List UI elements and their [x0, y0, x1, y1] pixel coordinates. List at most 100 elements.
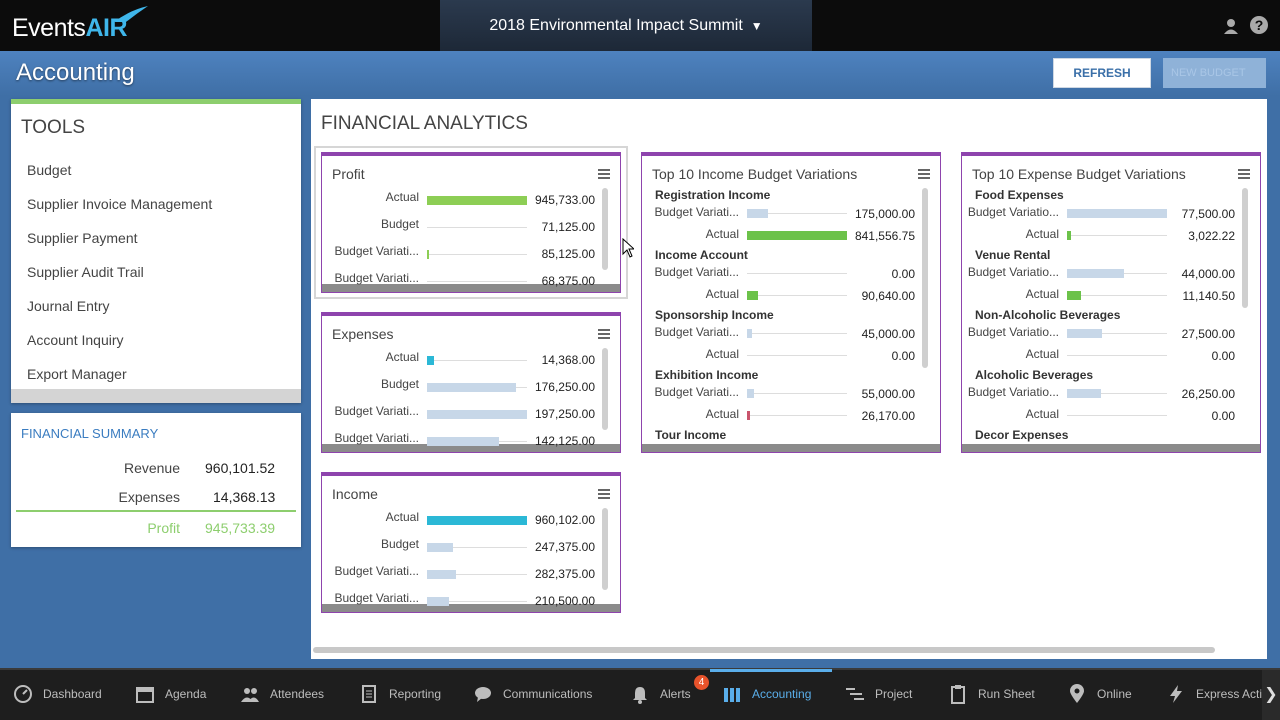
variation-label: Budget Variati... [654, 385, 740, 399]
row-label: Budget Variati... [334, 271, 420, 285]
new-budget-button[interactable]: NEW BUDGET [1163, 58, 1266, 88]
variation-label: Budget Variati... [654, 265, 740, 279]
hamburger-menu-icon[interactable] [918, 169, 930, 179]
nav-item-reporting[interactable]: Reporting [359, 668, 441, 720]
bar-track [747, 333, 847, 334]
expenses-card[interactable]: Expenses Actual 14,368.00 Budget 176,250.00… [321, 312, 621, 453]
income-card[interactable]: Income Actual 960,102.00 Budget 247,375.00 B… [321, 472, 621, 613]
bar-track [747, 355, 847, 356]
nav-label: Online [1097, 687, 1132, 701]
nav-item-express-acti[interactable]: Express Acti... [1166, 668, 1272, 720]
tool-export-manager[interactable]: Export Manager [27, 366, 127, 382]
row-value: 960,102.00 [534, 513, 595, 527]
bar [427, 570, 456, 579]
summary-title: FINANCIAL SUMMARY [21, 426, 159, 441]
variation-value: 55,000.00 [861, 387, 915, 401]
actual-label: Actual [705, 287, 739, 301]
row-value: 210,500.00 [534, 594, 595, 608]
bar [427, 250, 429, 259]
vertical-scrollbar[interactable] [1242, 188, 1248, 308]
nav-item-alerts[interactable]: Alerts [630, 668, 691, 720]
bar-track [1067, 415, 1167, 416]
actual-value: 0.00 [1211, 349, 1235, 363]
tool-journal-entry[interactable]: Journal Entry [27, 298, 109, 314]
bar-track [1067, 235, 1167, 236]
variation-value: 77,500.00 [1181, 207, 1235, 221]
bar-track [1067, 295, 1167, 296]
actual-value: 26,170.00 [861, 409, 915, 423]
nav-label: Reporting [389, 687, 442, 701]
tools-panel: TOOLS Budget Supplier Invoice Management… [11, 99, 301, 403]
bar-track [427, 360, 527, 361]
tool-account-inquiry[interactable]: Account Inquiry [27, 332, 124, 348]
event-name: 2018 Environmental Impact Summit [489, 16, 743, 34]
variation-label: Budget Variatio... [967, 265, 1059, 279]
actual-bar [1067, 231, 1071, 240]
row-value: 945,733.00 [534, 193, 595, 207]
row-value: 71,125.00 [541, 220, 595, 234]
hamburger-menu-icon[interactable] [598, 489, 610, 499]
nav-item-project[interactable]: Project [845, 668, 912, 720]
row-label: Budget [380, 537, 419, 551]
variation-bar [1067, 329, 1102, 338]
actual-label: Actual [705, 227, 739, 241]
bar [427, 410, 527, 419]
row-label: Actual [385, 510, 419, 524]
chevron-right-icon[interactable]: ❯ [1262, 670, 1280, 720]
nav-item-run-sheet[interactable]: Run Sheet [948, 668, 1035, 720]
nav-label: Alerts [660, 687, 691, 701]
row-value: 282,375.00 [534, 567, 595, 581]
nav-item-attendees[interactable]: Attendees [240, 668, 324, 720]
hamburger-menu-icon[interactable] [1238, 169, 1250, 179]
row-value: 247,375.00 [534, 540, 595, 554]
row-label: Budget Variati... [334, 564, 420, 578]
tool-supplier-audit-trail[interactable]: Supplier Audit Trail [27, 264, 144, 280]
vertical-scrollbar[interactable] [602, 348, 608, 430]
user-icon[interactable] [1222, 17, 1240, 35]
row-value: 14,368.00 [541, 353, 595, 367]
bar-track [427, 281, 527, 282]
horizontal-scrollbar[interactable] [313, 647, 1215, 653]
chat-icon [475, 687, 491, 702]
hamburger-menu-icon[interactable] [598, 329, 610, 339]
event-selector-dropdown[interactable]: 2018 Environmental Impact Summit ▼ [440, 0, 812, 51]
income-variations-card[interactable]: Top 10 Income Budget Variations Registra… [641, 152, 941, 453]
expenses-value: 14,368.13 [213, 489, 276, 505]
tool-supplier-payment[interactable]: Supplier Payment [27, 230, 138, 246]
row-label: Budget Variati... [334, 431, 420, 445]
nav-item-online[interactable]: Online [1067, 668, 1132, 720]
bar-track [747, 415, 847, 416]
card-title: Profit [332, 166, 365, 182]
refresh-button[interactable]: REFRESH [1053, 58, 1151, 88]
variation-bar [1067, 389, 1101, 398]
group-name: Food Expenses [975, 188, 1064, 202]
tool-supplier-invoice-management[interactable]: Supplier Invoice Management [27, 196, 212, 212]
vertical-scrollbar[interactable] [602, 188, 608, 270]
help-icon[interactable]: ? [1250, 16, 1268, 34]
profit-label: Profit [147, 520, 180, 536]
variation-label: Budget Variati... [654, 325, 740, 339]
nav-item-agenda[interactable]: Agenda [135, 668, 206, 720]
nav-item-communications[interactable]: Communications [473, 668, 592, 720]
accounting-icon [724, 688, 740, 702]
nav-label: Agenda [165, 687, 207, 701]
eventsair-logo[interactable]: EventsAIR [12, 14, 127, 43]
row-value: 176,250.00 [534, 380, 595, 394]
actual-bar [747, 231, 847, 240]
group-name: Venue Rental [975, 248, 1051, 262]
expense-variations-card[interactable]: Top 10 Expense Budget Variations Food Ex… [961, 152, 1261, 453]
tool-budget[interactable]: Budget [27, 162, 71, 178]
hamburger-menu-icon[interactable] [598, 169, 610, 179]
variation-value: 45,000.00 [861, 327, 915, 341]
bar-track [1067, 355, 1167, 356]
nav-item-accounting[interactable]: Accounting [722, 668, 811, 720]
profit-card[interactable]: Profit Actual 945,733.00 Budget 71,125.00 Bu… [321, 152, 621, 293]
revenue-value: 960,101.52 [205, 460, 276, 476]
row-label: Budget Variati... [334, 591, 420, 605]
bar [427, 356, 434, 365]
variation-bar [747, 389, 754, 398]
vertical-scrollbar[interactable] [922, 188, 928, 368]
vertical-scrollbar[interactable] [602, 508, 608, 590]
nav-item-dashboard[interactable]: Dashboard [13, 668, 102, 720]
nav-label: Project [875, 687, 913, 701]
